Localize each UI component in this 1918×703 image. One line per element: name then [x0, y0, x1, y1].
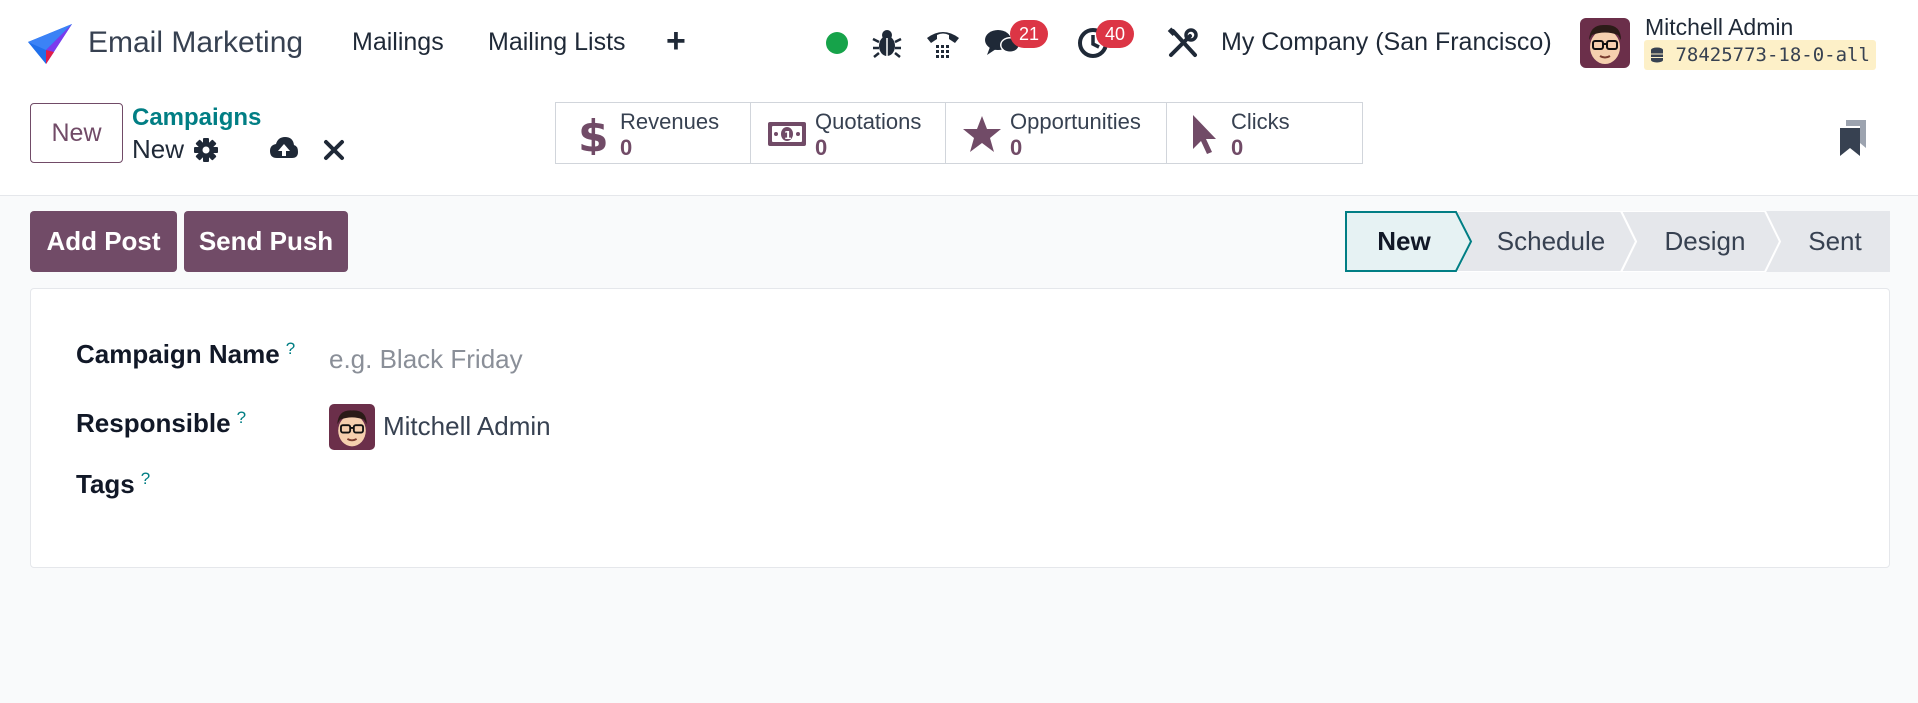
svg-text:1: 1: [784, 129, 792, 142]
banknote-icon: 1: [768, 122, 806, 146]
send-push-button[interactable]: Send Push: [184, 211, 348, 272]
responsible-label-text: Responsible: [76, 408, 231, 438]
add-post-button[interactable]: Add Post: [30, 211, 177, 272]
gear-icon[interactable]: [193, 137, 219, 163]
save-cloud-upload-icon[interactable]: [269, 134, 299, 164]
breadcrumb-campaigns[interactable]: Campaigns: [132, 104, 261, 132]
database-name-tag: 78425773-18-0-all: [1644, 40, 1876, 70]
quotations-stat-button[interactable]: 1 Quotations 0: [750, 102, 946, 164]
company-switcher[interactable]: My Company (San Francisco): [1221, 28, 1552, 57]
campaign-name-label: Campaign Name?: [76, 339, 295, 370]
presence-status-indicator[interactable]: [826, 32, 848, 54]
campaign-name-input[interactable]: [329, 339, 929, 379]
user-name[interactable]: Mitchell Admin: [1645, 14, 1793, 41]
opportunities-label: Opportunities: [1010, 109, 1141, 134]
opportunities-stat-button[interactable]: Opportunities 0: [945, 102, 1167, 164]
form-sheet: Campaign Name? Responsible? Mitchell Adm…: [30, 288, 1890, 568]
top-navbar: Email Marketing Mailings Mailing Lists +…: [0, 0, 1918, 88]
cursor-icon: [1193, 115, 1216, 154]
stage-sent[interactable]: Sent: [1780, 211, 1890, 272]
control-panel: New Campaigns New $ Revenues 0 1 Quotati…: [0, 88, 1918, 196]
new-record-button[interactable]: New: [30, 103, 123, 163]
dollar-icon: $: [578, 113, 609, 155]
tags-label-text: Tags: [76, 469, 135, 499]
settings-tools-icon[interactable]: [1166, 26, 1200, 60]
stage-statusbar: New Schedule Design Sent: [1345, 211, 1890, 272]
responsible-avatar: [329, 404, 375, 450]
stage-design[interactable]: Design: [1635, 211, 1775, 272]
email-marketing-logo-icon[interactable]: [28, 24, 72, 64]
quotations-value: 0: [815, 135, 828, 160]
revenues-value: 0: [620, 135, 633, 160]
database-icon: [1651, 47, 1663, 63]
opportunities-value: 0: [1010, 135, 1023, 160]
star-icon: [963, 116, 1001, 152]
user-avatar[interactable]: [1580, 18, 1630, 68]
clicks-label: Clicks: [1231, 109, 1290, 134]
messages-count-badge: 21: [1010, 20, 1048, 48]
campaign-name-label-text: Campaign Name: [76, 339, 280, 369]
stage-schedule[interactable]: Schedule: [1471, 211, 1631, 272]
discard-close-icon[interactable]: [322, 138, 346, 162]
activities-count-badge: 40: [1096, 20, 1134, 48]
responsible-help-icon[interactable]: ?: [237, 408, 246, 427]
clicks-stat-button[interactable]: Clicks 0: [1166, 102, 1363, 164]
phone-icon[interactable]: [924, 26, 962, 60]
app-name[interactable]: Email Marketing: [88, 26, 303, 60]
debug-bug-icon[interactable]: [870, 26, 904, 60]
responsible-label: Responsible?: [76, 408, 246, 439]
stage-new[interactable]: New: [1345, 211, 1463, 272]
bookmark-icon[interactable]: [1836, 118, 1870, 158]
responsible-field[interactable]: Mitchell Admin: [383, 411, 551, 442]
breadcrumb-current: New: [132, 134, 185, 164]
tags-label: Tags?: [76, 469, 150, 500]
tags-help-icon[interactable]: ?: [141, 469, 150, 488]
svg-text:$: $: [578, 113, 609, 155]
tags-input[interactable]: [329, 465, 929, 505]
database-name: 78425773-18-0-all: [1675, 44, 1870, 66]
menu-mailing-lists[interactable]: Mailing Lists: [488, 28, 626, 57]
menu-mailings[interactable]: Mailings: [352, 28, 444, 57]
revenues-label: Revenues: [620, 109, 720, 134]
campaign-name-help-icon[interactable]: ?: [286, 339, 295, 358]
add-menu-plus-icon[interactable]: +: [666, 24, 686, 58]
quotations-label: Quotations: [815, 109, 922, 134]
clicks-value: 0: [1231, 135, 1244, 160]
revenues-stat-button[interactable]: $ Revenues 0: [555, 102, 751, 164]
